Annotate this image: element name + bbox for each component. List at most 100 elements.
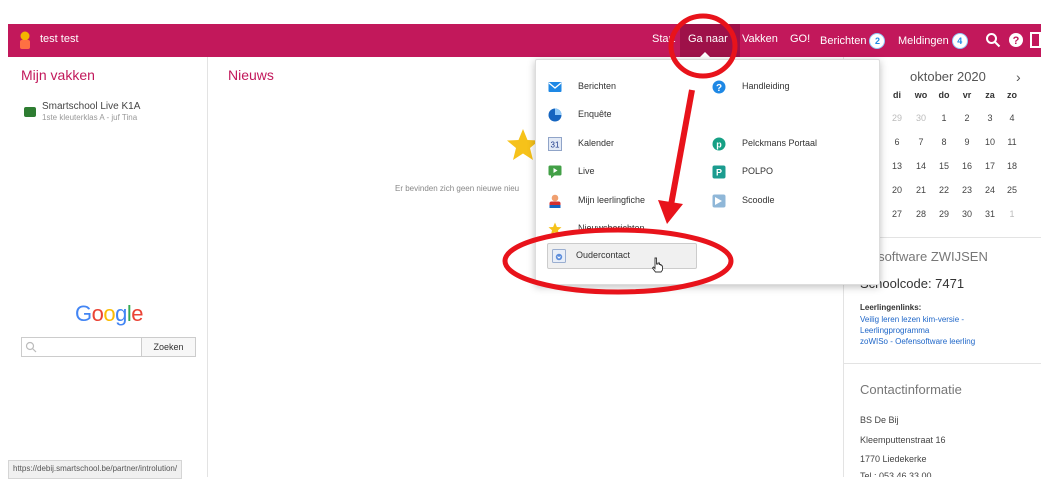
menu-item-kalender[interactable]: 31 Kalender	[538, 133, 698, 155]
calendar-day[interactable]: 27	[886, 209, 908, 219]
calendar-day[interactable]: 11	[1001, 137, 1023, 147]
calendar-day[interactable]: 3	[979, 113, 1001, 123]
nav-meldingen-label: Meldingen	[898, 34, 949, 47]
nav-vakken[interactable]: Vakken	[742, 33, 778, 45]
menu-item-enquete[interactable]: Enquête	[538, 104, 698, 126]
student-links-title: Leerlingenlinks:	[860, 303, 922, 312]
link-veilig-leren-lezen[interactable]: Veilig leren lezen kim-versie -	[860, 315, 964, 324]
calendar-day[interactable]: 18	[1001, 161, 1023, 171]
berichten-count-badge: 2	[869, 33, 886, 49]
pie-chart-icon	[548, 108, 562, 122]
course-subtitle: 1ste kleuterklas A - juf Tina	[42, 113, 138, 122]
browser-status-bar: https://debij.smartschool.be/partner/int…	[8, 460, 183, 479]
calendar-day[interactable]: 23	[956, 185, 978, 195]
menu-item-label: Nieuwsberichten	[578, 223, 645, 233]
calendar-day[interactable]: 24	[979, 185, 1001, 195]
search-icon[interactable]	[985, 32, 1001, 48]
meldingen-count-badge: 4	[951, 33, 968, 49]
my-courses-title: Mijn vakken	[21, 67, 95, 83]
calendar-day[interactable]: 8	[933, 137, 955, 147]
calendar-day[interactable]: 10	[979, 137, 1001, 147]
calendar-day[interactable]: 25	[1001, 185, 1023, 195]
polpo-icon: P	[712, 165, 726, 179]
menu-item-live[interactable]: Live	[538, 161, 698, 183]
live-chat-icon	[548, 165, 562, 179]
contact-line: 1770 Liedekerke	[860, 454, 927, 464]
calendar-day[interactable]: 15	[933, 161, 955, 171]
calendar-day[interactable]: 22	[933, 185, 955, 195]
calendar-day-header: wo	[914, 90, 928, 100]
calendar-day[interactable]: 30	[956, 209, 978, 219]
calendar-day[interactable]: 17	[979, 161, 1001, 171]
left-column: Mijn vakken Smartschool Live K1A 1ste kl…	[8, 57, 208, 477]
pelckmans-icon-text: p	[716, 140, 722, 150]
scoodle-icon	[712, 194, 726, 208]
calendar-day[interactable]: 29	[933, 209, 955, 219]
calendar-day[interactable]: 6	[886, 137, 908, 147]
menu-item-label: Scoodle	[742, 195, 775, 205]
top-navigation-bar: test test Start Ga naar Vakken GO! Beric…	[8, 24, 1041, 57]
menu-item-label: Mijn leerlingfiche	[578, 195, 646, 205]
star-icon	[548, 222, 562, 235]
nav-berichten[interactable]: Berichten 2	[820, 33, 886, 49]
calendar-day-header: do	[938, 90, 950, 100]
nav-meldingen[interactable]: Meldingen 4	[898, 33, 968, 49]
nav-go[interactable]: GO!	[790, 33, 810, 45]
polpo-icon-text: P	[716, 168, 722, 178]
nav-start[interactable]: Start	[652, 33, 675, 45]
hand-cursor-icon	[651, 257, 663, 273]
calendar-day-header: za	[985, 90, 995, 100]
menu-item-mijn-leerlingfiche[interactable]: Mijn leerlingfiche	[538, 190, 698, 212]
calendar-day[interactable]: 16	[956, 161, 978, 171]
help-icon[interactable]: ?	[1008, 32, 1024, 48]
calendar-day[interactable]: 1	[1001, 209, 1023, 219]
link-zowiso[interactable]: zoWISo - Oefensoftware leerling	[860, 337, 975, 346]
calendar-31-icon: 31	[548, 137, 562, 151]
calendar-next-button[interactable]: ›	[1016, 69, 1021, 85]
menu-item-label: Kalender	[578, 138, 615, 148]
svg-text:?: ?	[1013, 35, 1020, 47]
menu-item-label: Berichten	[578, 81, 617, 91]
menu-item-berichten[interactable]: Berichten	[538, 76, 698, 98]
menu-item-oudercontact[interactable]: Oudercontact	[547, 243, 697, 269]
calendar-day[interactable]: 28	[910, 209, 932, 219]
calendar-day[interactable]: 31	[979, 209, 1001, 219]
course-name[interactable]: Smartschool Live K1A	[42, 101, 140, 112]
menu-item-scoodle[interactable]: Scoodle	[702, 190, 862, 212]
menu-item-handleiding[interactable]: ? Handleiding	[702, 76, 862, 98]
calendar-day[interactable]: 1	[933, 113, 955, 123]
link-leerlingprogramma[interactable]: Leerlingprogramma	[860, 326, 929, 335]
user-name[interactable]: test test	[40, 33, 79, 45]
google-logo: Google	[75, 301, 144, 326]
menu-item-pelckmans-portaal[interactable]: p Pelckmans Portaal	[702, 133, 862, 155]
calendar-day[interactable]: 29	[886, 113, 908, 123]
calendar-day[interactable]: 14	[910, 161, 932, 171]
menu-item-polpo[interactable]: P POLPO	[702, 161, 862, 183]
calendar-day[interactable]: 9	[956, 137, 978, 147]
calendar-day[interactable]: 21	[910, 185, 932, 195]
calendar-day[interactable]: 13	[886, 161, 908, 171]
calendar-icon-text: 31	[551, 141, 560, 150]
menu-item-label: POLPO	[742, 166, 774, 176]
calendar-day[interactable]: 20	[886, 185, 908, 195]
logout-icon[interactable]	[1030, 32, 1041, 48]
pelckmans-icon: p	[712, 137, 726, 151]
calendar-day[interactable]: 2	[956, 113, 978, 123]
nav-ga-naar[interactable]: Ga naar	[688, 33, 728, 45]
contact-line: Tel.: 053 46 33 00	[860, 471, 932, 477]
nav-berichten-label: Berichten	[820, 34, 867, 47]
menu-item-nieuwsberichten[interactable]: Nieuwsberichten	[538, 218, 698, 240]
calendar-day-header: di	[893, 90, 901, 100]
search-icon	[25, 341, 37, 353]
course-chat-icon[interactable]	[24, 107, 36, 117]
menu-item-label: Enquête	[578, 109, 612, 119]
parent-contact-icon	[552, 249, 566, 263]
google-search-button[interactable]: Zoeken	[141, 337, 196, 357]
menu-item-label: Pelckmans Portaal	[742, 138, 818, 148]
calendar-day[interactable]: 7	[910, 137, 932, 147]
question-icon: ?	[712, 80, 726, 94]
calendar-day[interactable]: 30	[910, 113, 932, 123]
calendar-day[interactable]: 4	[1001, 113, 1023, 123]
user-avatar-icon[interactable]	[18, 31, 32, 49]
google-search-input[interactable]	[21, 337, 143, 357]
